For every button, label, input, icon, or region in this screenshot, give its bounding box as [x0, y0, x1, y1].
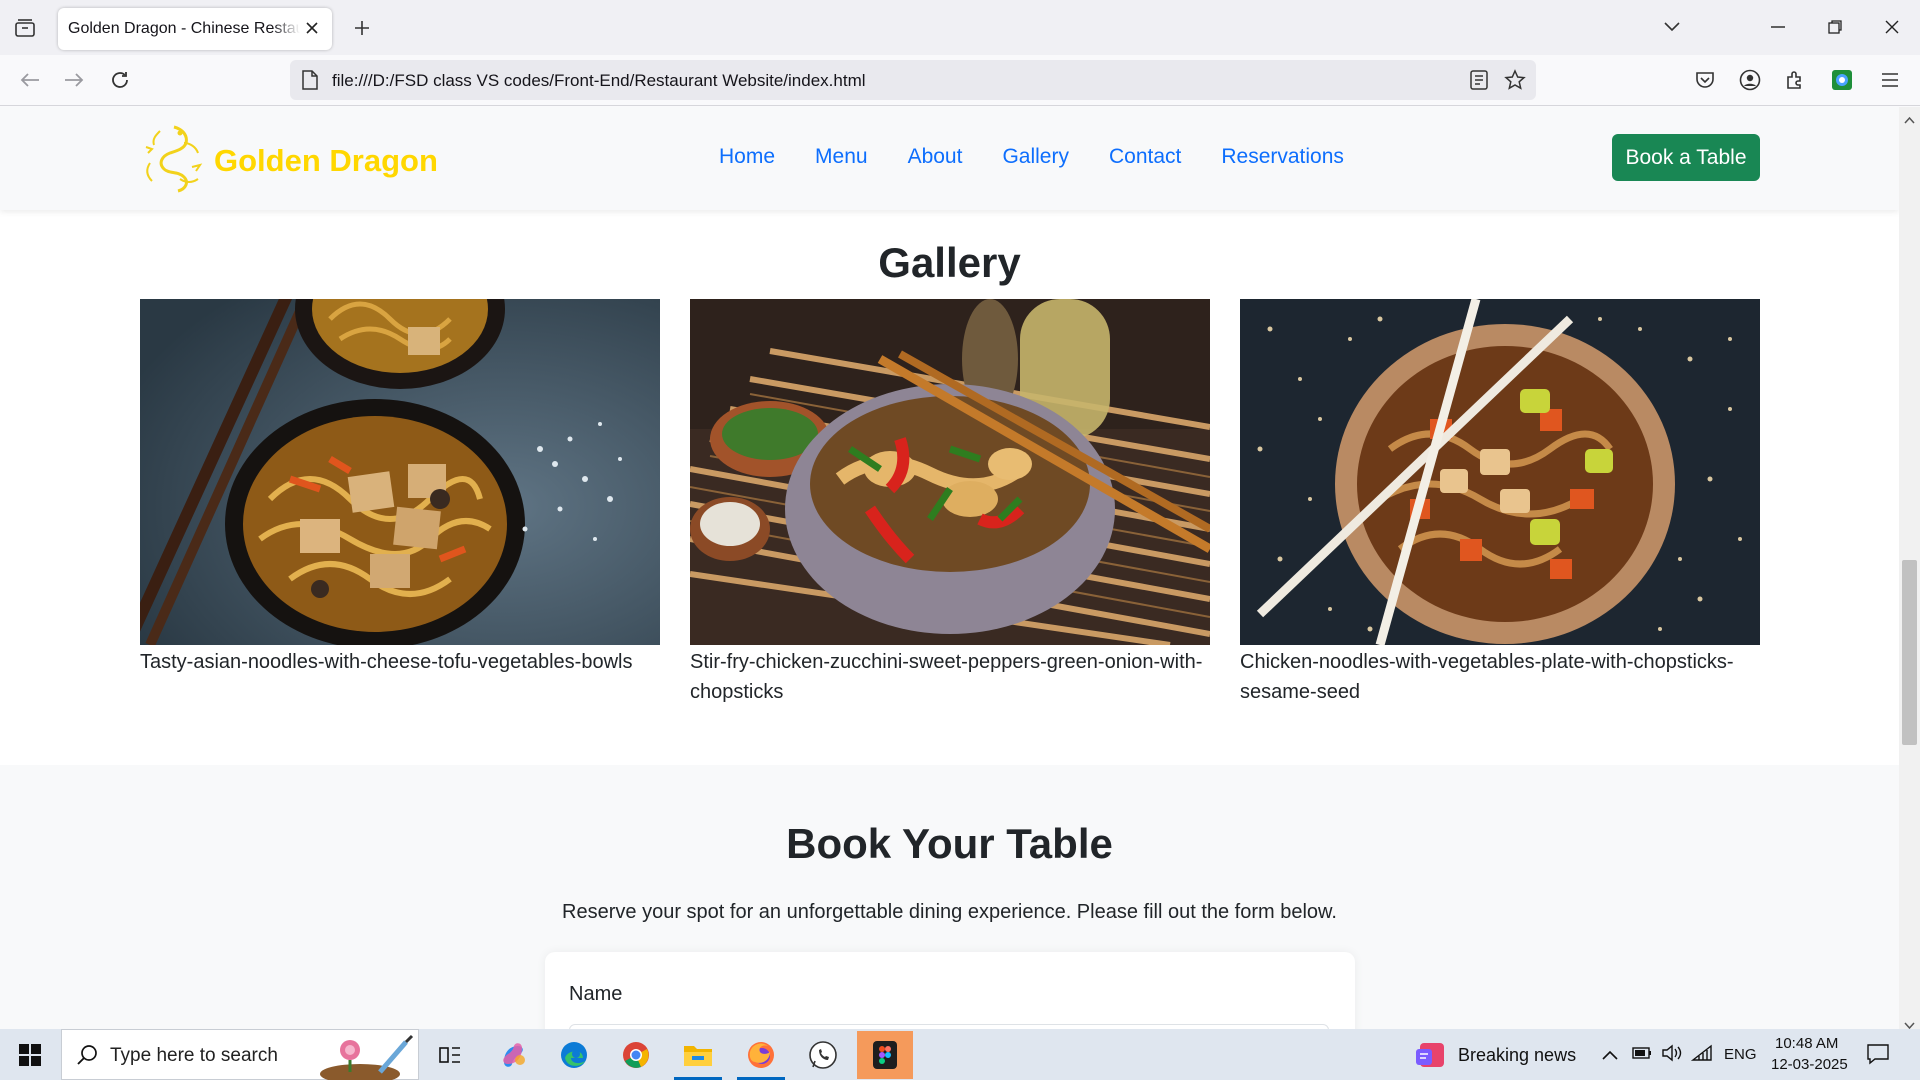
clock-date[interactable]: 12-03-2025 [1771, 1056, 1848, 1073]
extension-globe-icon[interactable] [1826, 64, 1858, 96]
book-a-table-button[interactable]: Book a Table [1612, 134, 1760, 181]
gallery-card: Chicken-noodles-with-vegetables-plate-wi… [1240, 299, 1760, 707]
gallery-card: Stir-fry-chicken-zucchini-sweet-peppers-… [690, 299, 1210, 707]
search-icon [76, 1044, 98, 1071]
hamburger-menu-icon[interactable] [1874, 64, 1906, 96]
volume-icon[interactable] [1661, 1044, 1683, 1067]
address-bar[interactable]: file:///D:/FSD class VS codes/Front-End/… [290, 60, 1536, 100]
tab-title: Golden Dragon - Chinese Restaurant [68, 20, 300, 37]
url-text: file:///D:/FSD class VS codes/Front-End/… [332, 71, 866, 90]
news-widget-label[interactable]: Breaking news [1458, 1045, 1576, 1066]
copilot-icon[interactable] [485, 1033, 541, 1077]
chicken-noodles-image[interactable] [1240, 299, 1760, 645]
reader-view-icon[interactable] [1470, 70, 1488, 95]
main-nav: Home Menu About Gallery Contact Reservat… [719, 145, 1384, 169]
battery-icon[interactable] [1632, 1046, 1652, 1065]
firefox-icon[interactable] [733, 1033, 789, 1080]
extensions-icon[interactable] [1779, 64, 1811, 96]
taskbar-search-box[interactable]: Type here to search [61, 1029, 419, 1080]
new-tab-icon[interactable] [348, 14, 376, 42]
file-page-icon [302, 70, 318, 95]
search-placeholder: Type here to search [110, 1045, 278, 1066]
tofu-noodles-image[interactable] [140, 299, 660, 645]
close-tab-icon[interactable] [302, 18, 322, 38]
file-explorer-icon[interactable] [670, 1033, 726, 1080]
chrome-icon[interactable] [608, 1033, 664, 1077]
page-viewport: Golden Dragon Home Menu About Gallery Co… [0, 107, 1899, 1029]
back-icon[interactable] [14, 64, 46, 96]
scrollbar-thumb[interactable] [1902, 560, 1917, 745]
language-indicator[interactable]: ENG [1724, 1046, 1757, 1063]
reload-icon[interactable] [104, 64, 136, 96]
nav-gallery[interactable]: Gallery [1002, 145, 1069, 169]
notifications-icon[interactable] [1867, 1043, 1889, 1070]
nav-home[interactable]: Home [719, 145, 775, 169]
edge-icon[interactable] [546, 1033, 602, 1077]
nav-contact[interactable]: Contact [1109, 145, 1181, 169]
account-icon[interactable] [1734, 64, 1766, 96]
whatsapp-icon[interactable] [795, 1033, 851, 1077]
task-view-icon[interactable] [422, 1033, 478, 1077]
site-header: Golden Dragon Home Menu About Gallery Co… [0, 107, 1899, 210]
gallery-caption: Stir-fry-chicken-zucchini-sweet-peppers-… [690, 651, 1203, 703]
tab-list-icon[interactable] [10, 14, 40, 42]
news-widget-icon[interactable] [1416, 1041, 1446, 1074]
list-all-tabs-icon[interactable] [1652, 10, 1692, 44]
dragon-logo-icon [140, 123, 204, 198]
browser-tab[interactable]: Golden Dragon - Chinese Restaurant [58, 8, 332, 50]
nav-reservations[interactable]: Reservations [1221, 145, 1344, 169]
page-scrollbar[interactable] [1899, 107, 1920, 1030]
gallery-title: Gallery [878, 239, 1021, 286]
wifi-icon[interactable] [1690, 1044, 1713, 1067]
stir-fry-chicken-image[interactable] [690, 299, 1210, 645]
logo-text: Golden Dragon [214, 142, 438, 178]
scroll-up-icon[interactable] [1904, 111, 1915, 129]
forward-icon[interactable] [58, 64, 90, 96]
nav-about[interactable]: About [908, 145, 963, 169]
windows-start-icon[interactable] [0, 1029, 60, 1080]
browser-tab-bar: Golden Dragon - Chinese Restaurant [0, 0, 1920, 55]
site-logo[interactable]: Golden Dragon [140, 123, 438, 198]
bookmark-star-icon[interactable] [1504, 69, 1526, 96]
gallery-card: Tasty-asian-noodles-with-cheese-tofu-veg… [140, 299, 660, 677]
restore-icon[interactable] [1815, 10, 1855, 44]
name-label: Name [569, 983, 623, 1005]
gallery-caption: Tasty-asian-noodles-with-cheese-tofu-veg… [140, 651, 633, 673]
browser-toolbar: file:///D:/FSD class VS codes/Front-End/… [0, 55, 1920, 106]
booking-title: Book Your Table [786, 820, 1113, 867]
gallery-caption: Chicken-noodles-with-vegetables-plate-wi… [1240, 651, 1734, 703]
pocket-icon[interactable] [1689, 64, 1721, 96]
close-window-icon[interactable] [1872, 10, 1912, 44]
booking-section: Book Your Table Reserve your spot for an… [0, 765, 1899, 1029]
minimize-icon[interactable] [1758, 10, 1798, 44]
windows-taskbar: Type here to search Breaking news ENG 10… [0, 1029, 1920, 1080]
figma-icon[interactable] [857, 1031, 913, 1079]
show-hidden-icons-icon[interactable] [1602, 1047, 1618, 1065]
search-highlight-icon [320, 1032, 416, 1080]
clock-time[interactable]: 10:48 AM [1775, 1035, 1838, 1052]
booking-form: Name [545, 952, 1355, 1029]
nav-menu[interactable]: Menu [815, 145, 868, 169]
booking-description: Reserve your spot for an unforgettable d… [562, 901, 1337, 923]
